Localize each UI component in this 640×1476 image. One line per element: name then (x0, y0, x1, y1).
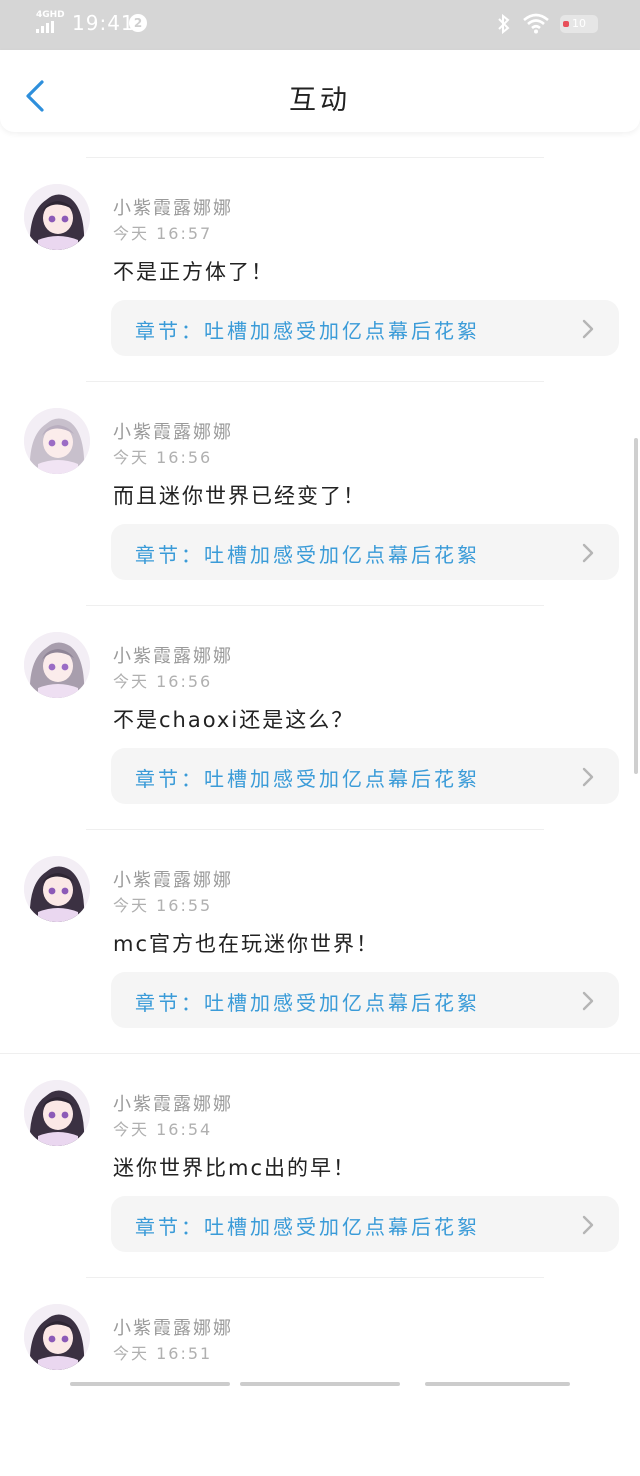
chevron-right-icon (582, 991, 594, 1011)
cellular-signal-icon: 4GHD (36, 10, 65, 34)
chapter-link[interactable]: 章节：吐槽加感受加亿点幕后花絮 (111, 1196, 619, 1252)
chevron-right-icon (582, 767, 594, 787)
comment-text: 不是chaoxi还是这么？ (113, 708, 355, 732)
comment-time: 今天 16:56 (113, 672, 213, 691)
page-title: 互动 (289, 85, 351, 116)
chapter-label: 章节：吐槽加感受加亿点幕后花絮 (135, 767, 480, 791)
bluetooth-icon (496, 13, 512, 39)
chapter-link[interactable]: 章节：吐槽加感受加亿点幕后花絮 (111, 300, 619, 356)
chapter-link[interactable]: 章节：吐槽加感受加亿点幕后花絮 (111, 748, 619, 804)
chevron-right-icon (582, 319, 594, 339)
network-type: 4GHD (36, 10, 65, 20)
comment-time: 今天 16:57 (113, 224, 213, 243)
avatar[interactable] (24, 1080, 90, 1146)
scrollbar[interactable] (634, 438, 638, 774)
wifi-icon (522, 12, 550, 38)
list-item[interactable]: 小紫霞露娜娜 今天 16:57 不是正方体了！ 章节：吐槽加感受加亿点幕后花絮 (0, 132, 640, 356)
list-item[interactable]: 小紫霞露娜娜 今天 16:56 不是chaoxi还是这么？ 章节：吐槽加感受加亿… (0, 580, 640, 804)
avatar[interactable] (24, 184, 90, 250)
comment-time: 今天 16:56 (113, 448, 213, 467)
status-bar: 4GHD 19:41 2 10 (0, 0, 640, 50)
chevron-right-icon (582, 543, 594, 563)
comment-text: 而且迷你世界已经变了！ (113, 484, 366, 508)
list-item[interactable]: 小紫霞露娜娜 今天 16:51 (0, 1252, 640, 1476)
chevron-right-icon (582, 1215, 594, 1235)
comment-username[interactable]: 小紫霞露娜娜 (113, 1090, 233, 1116)
comment-time: 今天 16:55 (113, 896, 213, 915)
chapter-link[interactable]: 章节：吐槽加感受加亿点幕后花絮 (111, 524, 619, 580)
chapter-link[interactable]: 章节：吐槽加感受加亿点幕后花絮 (111, 972, 619, 1028)
avatar[interactable] (24, 408, 90, 474)
comment-username[interactable]: 小紫霞露娜娜 (113, 418, 233, 444)
chapter-label: 章节：吐槽加感受加亿点幕后花絮 (135, 543, 480, 567)
chapter-label: 章节：吐槽加感受加亿点幕后花絮 (135, 991, 480, 1015)
comment-username[interactable]: 小紫霞露娜娜 (113, 1314, 233, 1340)
comment-username[interactable]: 小紫霞露娜娜 (113, 642, 233, 668)
avatar[interactable] (24, 856, 90, 922)
battery-icon: 10 (560, 15, 598, 33)
list-item[interactable]: 小紫霞露娜娜 今天 16:56 而且迷你世界已经变了！ 章节：吐槽加感受加亿点幕… (0, 356, 640, 580)
comment-text: 不是正方体了！ (113, 260, 274, 284)
comment-time: 今天 16:51 (113, 1344, 213, 1363)
list-item[interactable]: 小紫霞露娜娜 今天 16:55 mc官方也在玩迷你世界！ 章节：吐槽加感受加亿点… (0, 804, 640, 1028)
chapter-label: 章节：吐槽加感受加亿点幕后花絮 (135, 319, 480, 343)
comment-text: 迷你世界比mc出的早！ (113, 1156, 357, 1180)
avatar[interactable] (24, 632, 90, 698)
comment-time: 今天 16:54 (113, 1120, 213, 1139)
chapter-label: 章节：吐槽加感受加亿点幕后花絮 (135, 1215, 480, 1239)
comment-username[interactable]: 小紫霞露娜娜 (113, 866, 233, 892)
avatar[interactable] (24, 1304, 90, 1370)
battery-level: 10 (572, 17, 586, 30)
list-item[interactable]: 小紫霞露娜娜 今天 16:54 迷你世界比mc出的早！ 章节：吐槽加感受加亿点幕… (0, 1028, 640, 1252)
app-header: 互动 (0, 50, 640, 132)
bottom-indicator (70, 1382, 570, 1386)
comment-text: mc官方也在玩迷你世界！ (113, 932, 380, 956)
comment-username[interactable]: 小紫霞露娜娜 (113, 194, 233, 220)
notification-badge: 2 (129, 14, 147, 32)
status-time: 19:41 (72, 11, 135, 35)
